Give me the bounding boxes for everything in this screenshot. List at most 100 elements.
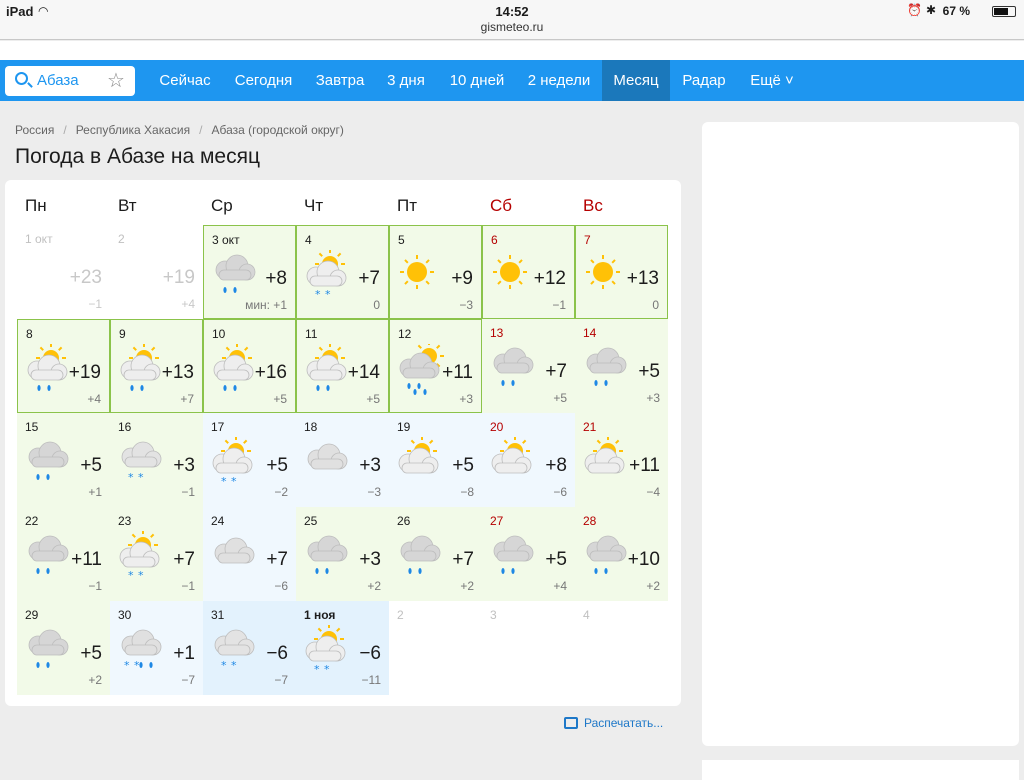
day-date: 5	[398, 233, 405, 247]
address-bar[interactable]: gismeteo.ru	[0, 20, 1024, 34]
day-cell[interactable]: 8 +19 +4	[17, 319, 110, 413]
day-cell: 4	[575, 601, 668, 695]
day-date: 9	[119, 327, 126, 341]
day-cell[interactable]: 13 +7 +5	[482, 319, 575, 413]
day-cell[interactable]: 22 +11 −1	[17, 507, 110, 601]
status-bar: iPad ◠ 14:52 gismeteo.ru ⏰✱ 67 %	[0, 0, 1024, 40]
day-max-temp: +3	[173, 455, 195, 476]
day-date: 4	[305, 233, 312, 247]
ad-panel	[702, 122, 1019, 746]
day-date: 25	[304, 514, 318, 528]
weekday-5: Сб	[490, 196, 513, 215]
day-date: 10	[212, 327, 226, 341]
day-date: 2	[397, 608, 404, 622]
day-date: 3	[490, 608, 497, 622]
day-cell[interactable]: 18 +3 −3	[296, 413, 389, 507]
day-min-temp: +5	[366, 392, 380, 406]
day-date: 14	[583, 326, 597, 340]
day-cell[interactable]: 14 +5 +3	[575, 319, 668, 413]
battery-percent: 67 %	[942, 4, 970, 18]
weekday-6: Вс	[583, 196, 603, 215]
day-cell[interactable]: 28 +10 +2	[575, 507, 668, 601]
nav-tab-4[interactable]: 10 дней	[436, 60, 518, 101]
battery-icon	[992, 6, 1016, 17]
main-nav: ☆ СейчасСегодняЗавтра3 дня10 дней2 недел…	[0, 60, 1024, 101]
day-cell[interactable]: 19 +5 −8	[389, 413, 482, 507]
nav-tab-7[interactable]: Радар	[670, 60, 738, 101]
day-cell[interactable]: 20 +8 −6	[482, 413, 575, 507]
day-cell[interactable]: 27 +5 +4	[482, 507, 575, 601]
day-date: 20	[490, 420, 504, 434]
breadcrumb-country[interactable]: Россия	[15, 123, 54, 137]
nav-tab-3[interactable]: 3 дня	[378, 60, 434, 101]
day-date: 6	[491, 233, 498, 247]
nav-tab-0[interactable]: Сейчас	[145, 60, 225, 101]
day-max-temp: +1	[173, 643, 195, 664]
day-min-temp: −11	[361, 673, 381, 687]
day-cell[interactable]: 6 +12 −1	[482, 225, 575, 319]
day-max-temp: +7	[358, 268, 380, 289]
breadcrumb-region[interactable]: Республика Хакасия	[76, 123, 190, 137]
svg-text:*: *	[231, 475, 237, 488]
cloud-snow-icon: * *	[208, 625, 264, 675]
clock: 14:52	[495, 4, 529, 19]
day-min-temp: +5	[553, 391, 567, 405]
day-cell[interactable]: 5 +9 −3	[389, 225, 482, 319]
search-input[interactable]	[37, 72, 101, 89]
day-cell[interactable]: 3 окт +8 мин: +1	[203, 225, 296, 319]
day-cell[interactable]: 12 +11 +3	[389, 319, 482, 413]
sun-icon	[395, 250, 451, 300]
day-cell[interactable]: 30 * * +1 −7	[110, 601, 203, 695]
day-min-temp: −6	[274, 579, 288, 593]
printer-icon	[564, 717, 578, 729]
weekday-0: Пн	[25, 196, 47, 215]
day-cell[interactable]: 7 +13 0	[575, 225, 668, 319]
day-cell[interactable]: 23 * * +7 −1	[110, 507, 203, 601]
day-max-temp: +19	[68, 362, 101, 383]
day-date: 31	[211, 608, 225, 622]
day-date: 16	[118, 420, 132, 434]
day-max-temp: +13	[161, 362, 194, 383]
day-max-temp: +13	[626, 268, 659, 289]
day-cell[interactable]: 17 * * +5 −2	[203, 413, 296, 507]
nav-tab-1[interactable]: Сегодня	[225, 60, 302, 101]
day-min-temp: −2	[274, 485, 288, 499]
day-cell[interactable]: 10 +16 +5	[203, 319, 296, 413]
day-max-temp: +7	[173, 549, 195, 570]
day-cell[interactable]: 4 * * +7 0	[296, 225, 389, 319]
day-max-temp: −6	[266, 643, 288, 664]
breadcrumb-district[interactable]: Абаза (городской округ)	[211, 123, 343, 137]
day-cell[interactable]: 16 * * +3 −1	[110, 413, 203, 507]
day-min-temp: −4	[646, 485, 660, 499]
day-date: 30	[118, 608, 132, 622]
print-link[interactable]: Распечатать...	[564, 716, 663, 730]
svg-text:*: *	[128, 471, 134, 484]
day-cell[interactable]: 15 +5 +1	[17, 413, 110, 507]
nav-tab-5[interactable]: 2 недели	[518, 60, 600, 101]
nav-tab-2[interactable]: Завтра	[304, 60, 376, 101]
day-cell[interactable]: 9 +13 +7	[110, 319, 203, 413]
day-cell[interactable]: 21 +11 −4	[575, 413, 668, 507]
day-min-temp: +2	[88, 673, 102, 687]
weekday-3: Чт	[304, 196, 324, 215]
day-date: 19	[397, 420, 411, 434]
cloud-rain-icon	[22, 625, 78, 675]
nav-tab-8[interactable]: Ещё ˅	[740, 60, 804, 101]
day-date: 11	[305, 327, 318, 341]
day-cell[interactable]: 1 ноя * * −6 −11	[296, 601, 389, 695]
day-cell[interactable]: 29 +5 +2	[17, 601, 110, 695]
partly-icon	[394, 436, 450, 487]
day-cell[interactable]: 31 * * −6 −7	[203, 601, 296, 695]
day-cell[interactable]: 26 +7 +2	[389, 507, 482, 601]
day-cell[interactable]: 11 +14 +5	[296, 319, 389, 413]
search-box[interactable]: ☆	[5, 66, 135, 96]
svg-text:*: *	[314, 663, 320, 676]
search-icon[interactable]	[15, 72, 28, 85]
day-cell[interactable]: 25 +3 +2	[296, 507, 389, 601]
day-cell[interactable]: 24 +7 −6	[203, 507, 296, 601]
day-min-temp: +2	[460, 579, 474, 593]
day-min-temp: −1	[181, 485, 195, 499]
nav-tab-6[interactable]: Месяц	[602, 60, 670, 101]
favorite-star-icon[interactable]: ☆	[107, 68, 125, 93]
day-max-temp: +12	[533, 268, 566, 289]
